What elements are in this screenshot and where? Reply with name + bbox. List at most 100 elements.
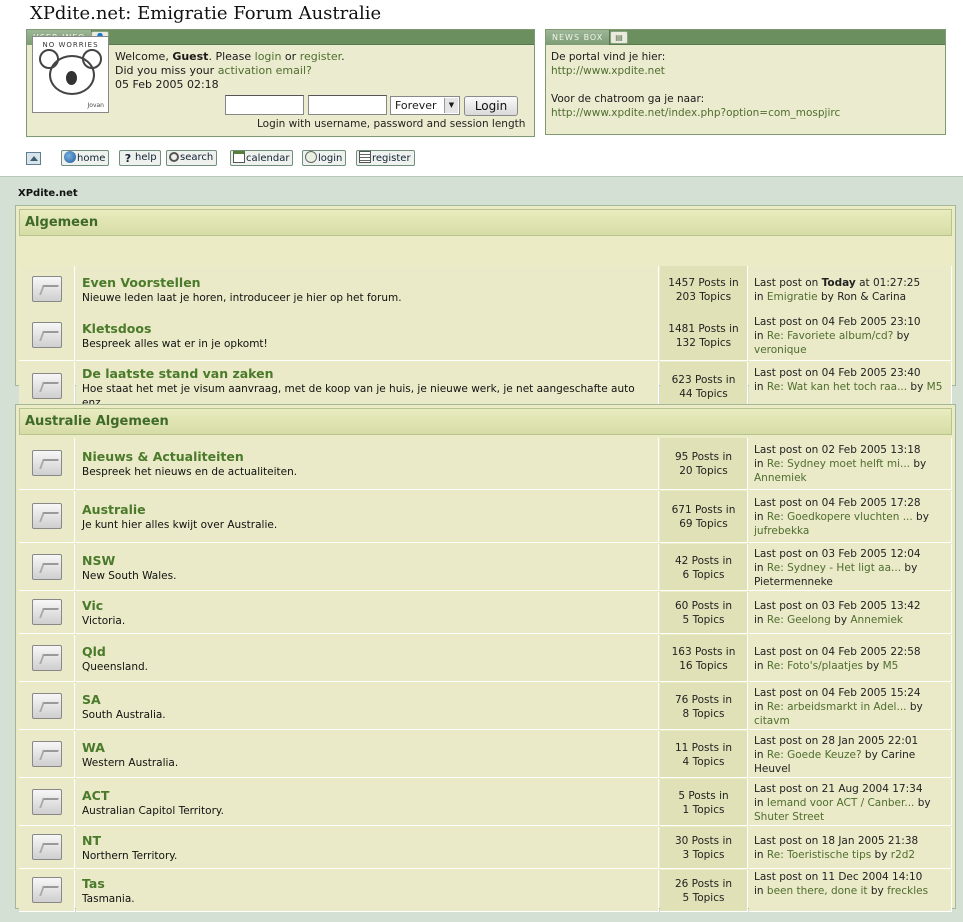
forum-description: Je kunt hier alles kwijt over Australie. (82, 519, 278, 531)
last-post-author[interactable]: M5 (927, 381, 943, 393)
last-post-author[interactable]: citavm (754, 715, 790, 727)
last-post-author[interactable]: M5 (883, 660, 899, 672)
forum-stats: 671 Posts in 69 Topics (660, 503, 747, 531)
home-button[interactable]: home (61, 150, 110, 166)
forum-read-icon (32, 877, 62, 903)
username-input[interactable] (225, 95, 304, 115)
search-icon (169, 152, 179, 162)
forum-read-icon (32, 450, 62, 476)
topic-count: 5 Topics (682, 614, 725, 626)
last-post-topic-link[interactable]: Re: Favoriete album/cd? (767, 330, 893, 342)
forum-row: Tas Tasmania. 26 Posts in 5 Topics Last post… (19, 870, 952, 912)
login-link[interactable]: login (255, 50, 282, 63)
forum-description: South Australia. (82, 709, 166, 721)
forum-description: Nieuwe leden laat je horen, introduceer … (82, 292, 402, 304)
last-post-topic-link[interactable]: Iemand voor ACT / Canber... (767, 797, 914, 809)
last-post-author[interactable]: jufrebekka (754, 525, 809, 537)
forum-row: Vic Victoria. 60 Posts in 5 Topics Last post… (19, 592, 952, 634)
last-post-date: 04 Feb 2005 15:24 (821, 687, 921, 699)
forum-title-link[interactable]: WA (82, 740, 105, 755)
portal-link[interactable]: http://www.xpdite.net (551, 64, 665, 78)
last-post-date: 02 Feb 2005 13:18 (821, 444, 921, 456)
last-post-info: Last post on 04 Feb 2005 23:40 in Re: Wat… (754, 367, 943, 393)
globe-icon (64, 151, 76, 163)
last-post-date: 18 Jan 2005 21:38 (821, 835, 919, 847)
topic-count: 44 Topics (679, 388, 728, 400)
chatroom-text: Voor de chatroom ga je naar: (551, 93, 705, 105)
post-count: 60 Posts in (674, 600, 733, 612)
forum-stats: 1457 Posts in 203 Topics (660, 276, 747, 304)
category-title[interactable]: Algemeen (19, 209, 952, 236)
forum-title-link[interactable]: Nieuws & Actualiteiten (82, 449, 244, 464)
post-count: 671 Posts in (671, 504, 736, 516)
breadcrumb[interactable]: XPdite.net (18, 188, 78, 199)
last-post-author[interactable]: Annemiek (754, 472, 807, 484)
forum-description: Queensland. (82, 661, 148, 673)
last-post-topic-link[interactable]: Re: Goede Keuze? (767, 749, 862, 761)
forum-row: Even Voorstellen Nieuwe leden laat je hor… (19, 266, 952, 313)
last-post-author[interactable]: freckles (887, 885, 928, 897)
last-post-topic-link[interactable]: Re: Wat kan het toch raa... (767, 381, 907, 393)
last-post-topic-link[interactable]: Re: Foto's/plaatjes (767, 660, 863, 672)
forum-stats: 5 Posts in 1 Topics (660, 789, 747, 817)
portal-text: De portal vind je hier: (551, 51, 666, 63)
last-post-date: 11 Dec 2004 14:10 (821, 871, 923, 883)
forum-title-link[interactable]: De laatste stand van zaken (82, 366, 274, 381)
last-post-author[interactable]: Annemiek (850, 614, 903, 626)
login-button[interactable]: Login (464, 96, 518, 116)
last-post-topic-link[interactable]: Re: Sydney - Het ligt aa... (767, 562, 901, 574)
last-post-info: Last post on 03 Feb 2005 13:42 in Re: Gee… (754, 600, 921, 626)
last-post-author[interactable]: veronique (754, 344, 807, 356)
forum-title-link[interactable]: NT (82, 833, 101, 848)
category-title[interactable]: Australie Algemeen (19, 408, 952, 435)
forum-title-link[interactable]: SA (82, 692, 101, 707)
activation-email-link[interactable]: activation email? (218, 64, 312, 77)
current-date: 05 Feb 2005 02:18 (115, 78, 219, 91)
collapse-up-button[interactable] (26, 152, 41, 165)
forum-title-link[interactable]: NSW (82, 553, 115, 568)
session-length-select[interactable]: Forever ▼ (390, 96, 460, 115)
forum-title-link[interactable]: Australie (82, 502, 146, 517)
topic-count: 8 Topics (682, 708, 725, 720)
last-post-topic-link[interactable]: Re: Geelong (767, 614, 831, 626)
forum-title-link[interactable]: Kletsdoos (82, 321, 151, 336)
forum-row: NSW New South Wales. 42 Posts in 6 Topics La… (19, 544, 952, 591)
search-button[interactable]: search (166, 150, 218, 166)
last-post-info: Last post on 11 Dec 2004 14:10 in been th… (754, 871, 929, 897)
calendar-button[interactable]: calendar (230, 150, 294, 166)
last-post-topic-link[interactable]: Emigratie (767, 291, 818, 303)
last-post-topic-link[interactable]: Re: Toeristische tips (767, 849, 871, 861)
forum-description: Bespreek alles wat er in je opkomt! (82, 338, 268, 350)
last-post-author[interactable]: Shuter Street (754, 811, 824, 823)
last-post-author[interactable]: Ron & Carina (837, 291, 906, 303)
register-nav-button[interactable]: register (356, 150, 415, 166)
last-post-topic-link[interactable]: Re: Sydney moet helft mi... (767, 458, 910, 470)
last-post-date: 04 Feb 2005 23:40 (821, 367, 921, 379)
last-post-topic-link[interactable]: been there, done it (767, 885, 868, 897)
password-input[interactable] (308, 95, 387, 115)
login-nav-button[interactable]: login (302, 150, 347, 166)
forum-title-link[interactable]: Tas (82, 876, 105, 891)
forum-stats: 623 Posts in 44 Topics (660, 373, 747, 401)
post-count: 30 Posts in (674, 835, 733, 847)
last-post-author[interactable]: Pietermenneke (754, 576, 833, 588)
question-icon: ? (124, 152, 132, 165)
last-post-info: Last post on 02 Feb 2005 13:18 in Re: Syd… (754, 444, 927, 484)
forum-read-icon (32, 503, 62, 529)
help-button[interactable]: ? help (119, 150, 161, 166)
forum-description: New South Wales. (82, 570, 177, 582)
forum-title-link[interactable]: ACT (82, 788, 109, 803)
last-post-author[interactable]: r2d2 (891, 849, 915, 861)
last-post-topic-link[interactable]: Re: Goedkopere vluchten ... (767, 511, 913, 523)
category-0: Algemeen Even Voorstellen Nieuwe leden laa… (15, 205, 956, 412)
topic-count: 6 Topics (682, 569, 725, 581)
last-post-topic-link[interactable]: Re: arbeidsmarkt in Adel... (767, 701, 907, 713)
forum-title-link[interactable]: Vic (82, 598, 103, 613)
register-link[interactable]: register (300, 50, 341, 63)
forum-title-link[interactable]: Qld (82, 644, 106, 659)
forum-title-link[interactable]: Even Voorstellen (82, 275, 201, 290)
guest-name: Guest (172, 50, 209, 63)
chatroom-link[interactable]: http://www.xpdite.net/index.php?option=c… (551, 106, 840, 120)
last-post-info: Last post on 03 Feb 2005 12:04 in Re: Syd… (754, 548, 921, 588)
forum-read-icon (32, 789, 62, 815)
